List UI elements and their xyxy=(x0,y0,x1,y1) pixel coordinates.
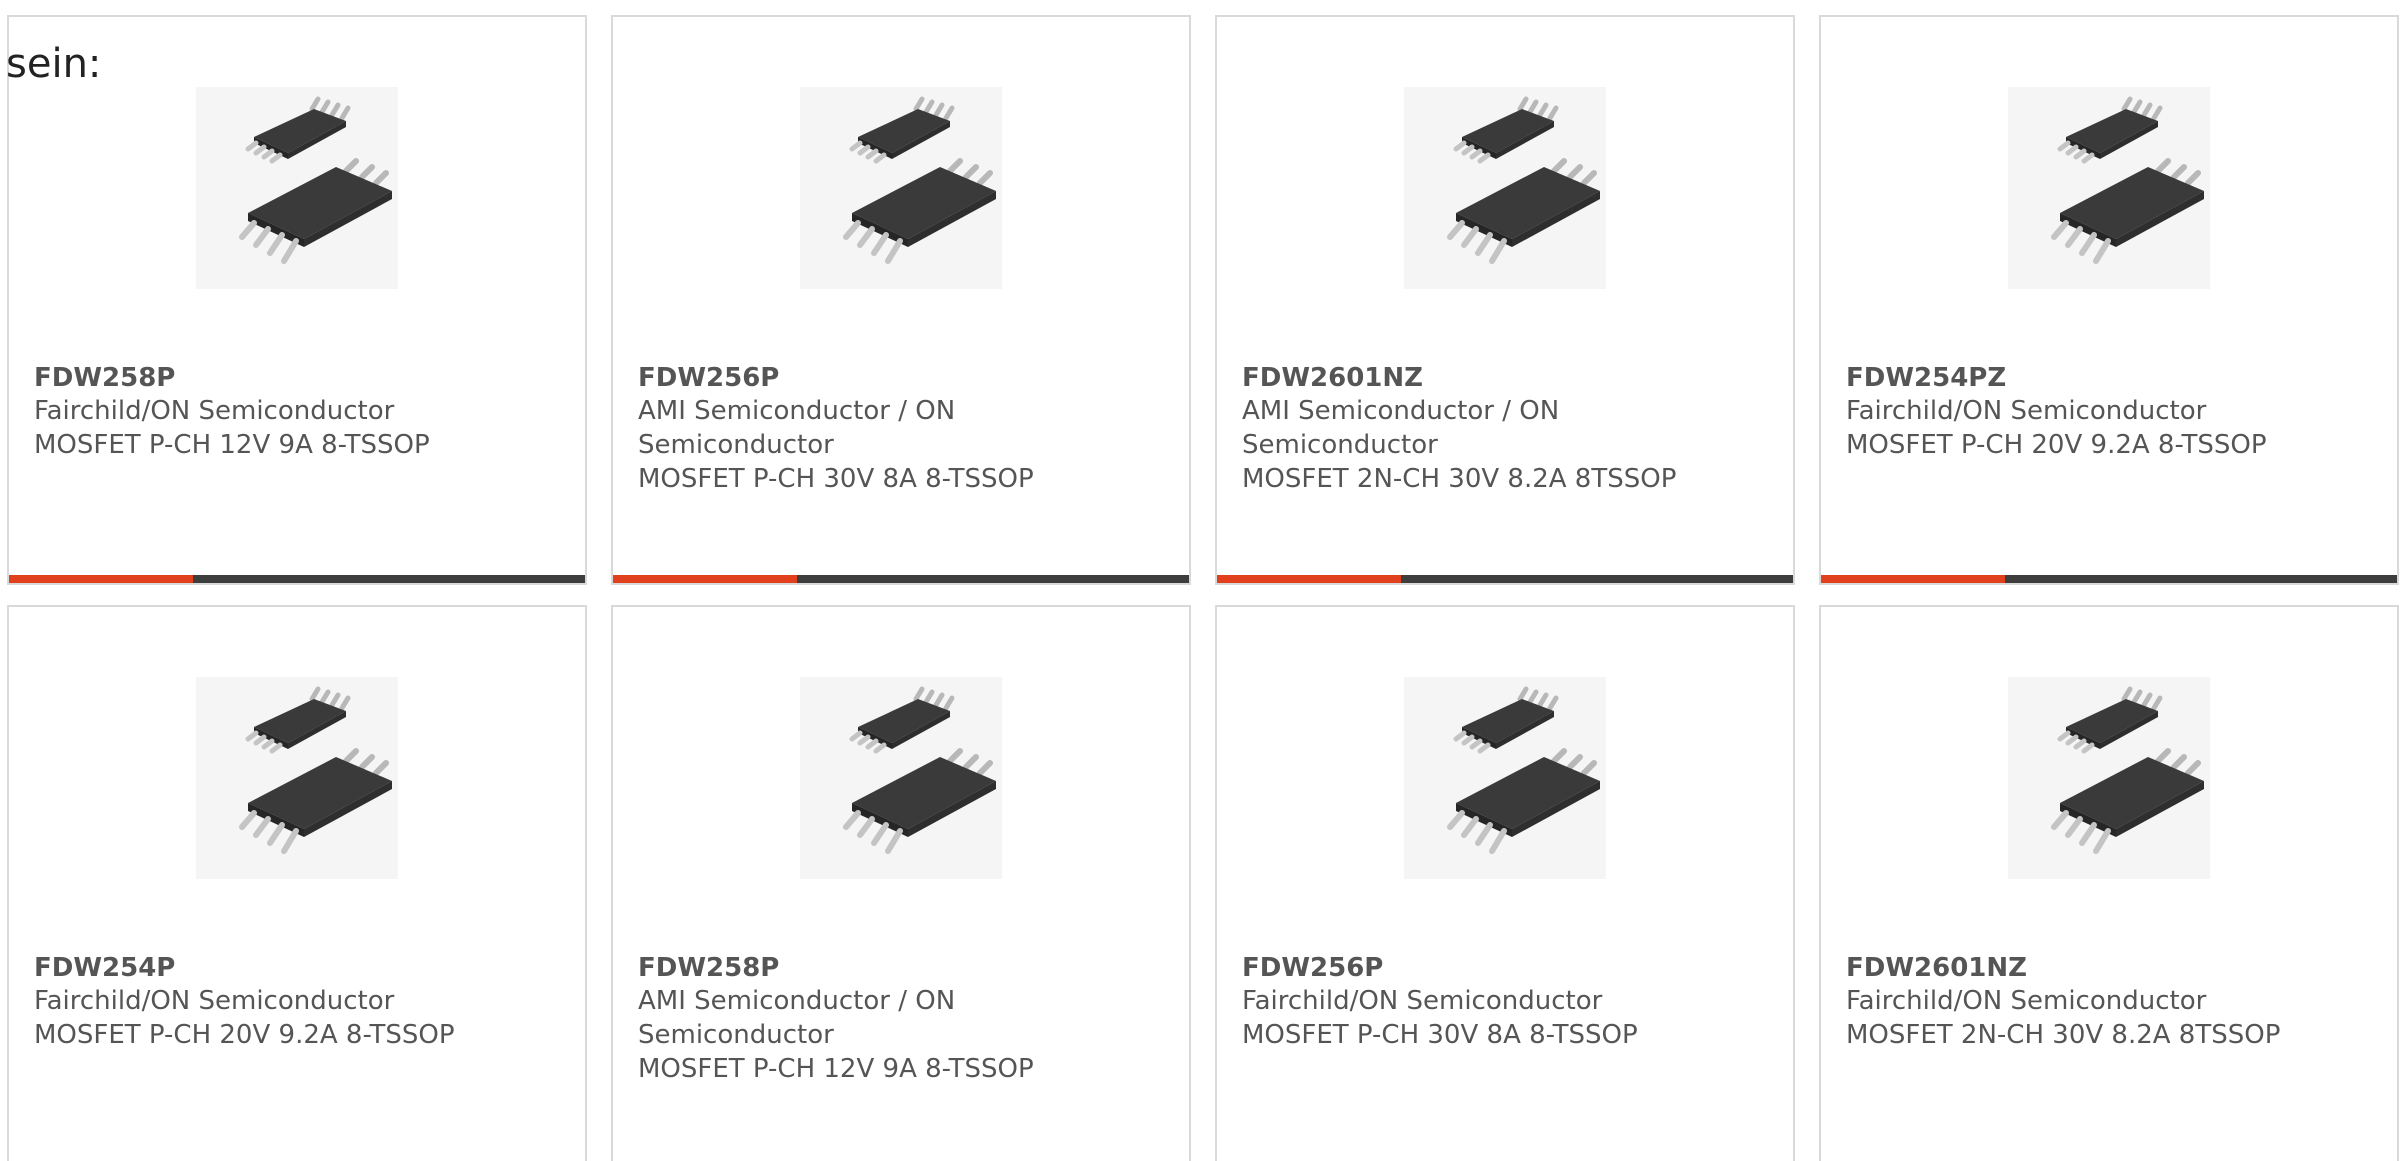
part-number[interactable]: FDW2601NZ xyxy=(1242,361,1423,395)
product-image[interactable] xyxy=(2008,677,2210,879)
manufacturer: Fairchild/ON Semiconductor xyxy=(1846,396,2207,426)
product-card[interactable]: FDW254P Fairchild/ON Semiconductor MOSFE… xyxy=(7,605,587,1161)
product-description: MOSFET P-CH 20V 9.2A 8-TSSOP xyxy=(1846,430,2267,460)
part-number[interactable]: FDW2601NZ xyxy=(1846,951,2027,985)
tssop-8-chip-image xyxy=(196,677,398,879)
manufacturer: AMI Semiconductor / ON Semiconductor xyxy=(638,986,956,1050)
progress-track xyxy=(613,575,1189,583)
progress-track xyxy=(1821,575,2397,583)
progress-track xyxy=(1217,575,1793,583)
tssop-8-chip-image xyxy=(1404,677,1606,879)
part-number[interactable]: FDW254P xyxy=(34,951,175,985)
product-image[interactable] xyxy=(1404,87,1606,289)
product-description: MOSFET 2N-CH 30V 8.2A 8TSSOP xyxy=(1242,464,1677,494)
product-description: MOSFET P-CH 12V 9A 8-TSSOP xyxy=(34,430,430,460)
manufacturer: AMI Semiconductor / ON Semiconductor xyxy=(638,396,956,460)
part-number[interactable]: FDW256P xyxy=(638,361,779,395)
progress-fill xyxy=(613,575,798,583)
product-card[interactable]: FDW254PZ Fairchild/ON Semiconductor MOSF… xyxy=(1819,15,2399,585)
product-image[interactable] xyxy=(196,677,398,879)
product-description: MOSFET P-CH 30V 8A 8-TSSOP xyxy=(638,464,1034,494)
product-card[interactable]: FDW2601NZ AMI Semiconductor / ON Semicon… xyxy=(1215,15,1795,585)
progress-fill xyxy=(1821,575,2006,583)
tssop-8-chip-image xyxy=(2008,677,2210,879)
tssop-8-chip-image xyxy=(196,87,398,289)
product-image[interactable] xyxy=(2008,87,2210,289)
product-card[interactable]: FDW256P Fairchild/ON Semiconductor MOSFE… xyxy=(1215,605,1795,1161)
product-description: MOSFET P-CH 12V 9A 8-TSSOP xyxy=(638,1054,1034,1084)
product-description: MOSFET P-CH 30V 8A 8-TSSOP xyxy=(1242,1020,1638,1050)
progress-track xyxy=(9,575,585,583)
tssop-8-chip-image xyxy=(1404,87,1606,289)
part-number[interactable]: FDW256P xyxy=(1242,951,1383,985)
product-image[interactable] xyxy=(1404,677,1606,879)
part-number[interactable]: FDW254PZ xyxy=(1846,361,2006,395)
tssop-8-chip-image xyxy=(800,87,1002,289)
manufacturer: Fairchild/ON Semiconductor xyxy=(34,986,395,1016)
manufacturer: Fairchild/ON Semiconductor xyxy=(34,396,395,426)
intro-text: sein: xyxy=(6,41,102,87)
manufacturer: Fairchild/ON Semiconductor xyxy=(1242,986,1603,1016)
manufacturer: AMI Semiconductor / ON Semiconductor xyxy=(1242,396,1560,460)
product-image[interactable] xyxy=(196,87,398,289)
page: sein: FDW258P Fairchild/ON Semiconductor… xyxy=(0,0,2400,1161)
product-description: MOSFET P-CH 20V 9.2A 8-TSSOP xyxy=(34,1020,455,1050)
product-description: MOSFET 2N-CH 30V 8.2A 8TSSOP xyxy=(1846,1020,2281,1050)
part-number[interactable]: FDW258P xyxy=(638,951,779,985)
product-card[interactable]: FDW258P Fairchild/ON Semiconductor MOSFE… xyxy=(7,15,587,585)
product-image[interactable] xyxy=(800,677,1002,879)
progress-fill xyxy=(9,575,194,583)
tssop-8-chip-image xyxy=(2008,87,2210,289)
product-image[interactable] xyxy=(800,87,1002,289)
manufacturer: Fairchild/ON Semiconductor xyxy=(1846,986,2207,1016)
product-grid: FDW258P Fairchild/ON Semiconductor MOSFE… xyxy=(0,0,2400,1161)
product-card[interactable]: FDW258P AMI Semiconductor / ON Semicondu… xyxy=(611,605,1191,1161)
product-card[interactable]: FDW256P AMI Semiconductor / ON Semicondu… xyxy=(611,15,1191,585)
tssop-8-chip-image xyxy=(800,677,1002,879)
progress-fill xyxy=(1217,575,1402,583)
part-number[interactable]: FDW258P xyxy=(34,361,175,395)
product-card[interactable]: FDW2601NZ Fairchild/ON Semiconductor MOS… xyxy=(1819,605,2399,1161)
